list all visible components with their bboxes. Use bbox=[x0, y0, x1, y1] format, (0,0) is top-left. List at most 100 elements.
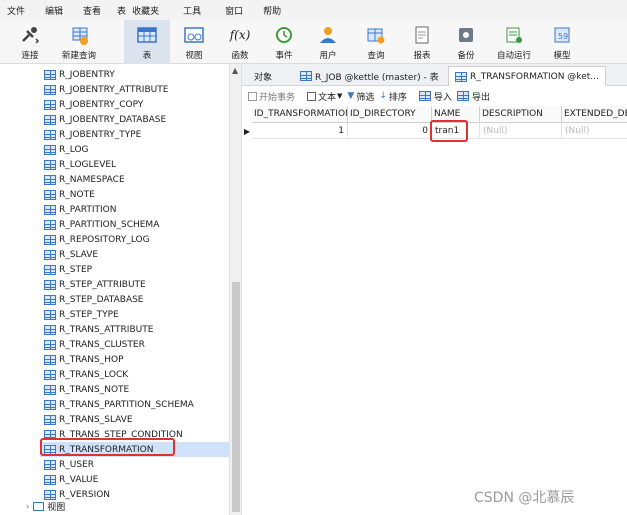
event-clock-icon bbox=[271, 23, 297, 47]
tree-item-label: R_STEP_TYPE bbox=[59, 309, 119, 320]
auto-run-icon bbox=[501, 23, 527, 47]
export-button[interactable]: 导出 bbox=[456, 90, 490, 103]
table-icon bbox=[44, 399, 56, 410]
column-header-id-directory[interactable]: ID_DIRECTORY bbox=[348, 106, 432, 123]
tree-item-r-namespace[interactable]: R_NAMESPACE bbox=[44, 172, 125, 187]
query-icon bbox=[363, 23, 389, 47]
table-icon bbox=[44, 324, 56, 335]
tree-item-r-step-database[interactable]: R_STEP_DATABASE bbox=[44, 292, 144, 307]
menu-favorites[interactable]: 收藏夹 bbox=[129, 4, 162, 17]
tree-item-r-trans-partition-schema[interactable]: R_TRANS_PARTITION_SCHEMA bbox=[44, 397, 194, 412]
table-button[interactable]: 表 bbox=[124, 20, 170, 64]
tree-item-r-jobentry-database[interactable]: R_JOBENTRY_DATABASE bbox=[44, 112, 166, 127]
tree-item-label: R_JOBENTRY_ATTRIBUTE bbox=[59, 84, 169, 95]
tree-item-label: R_JOBENTRY_TYPE bbox=[59, 129, 142, 140]
connection-button[interactable]: 连接 bbox=[12, 20, 48, 64]
tree-item-r-jobentry[interactable]: R_JOBENTRY bbox=[44, 67, 115, 82]
tree-item-label: R_STEP_ATTRIBUTE bbox=[59, 279, 146, 290]
tree-item-r-jobentry-attribute[interactable]: R_JOBENTRY_ATTRIBUTE bbox=[44, 82, 168, 97]
cell-extended-description[interactable]: (Null) bbox=[562, 123, 627, 139]
model-button[interactable]: 59 模型 bbox=[544, 20, 580, 64]
cell-description[interactable]: (Null) bbox=[480, 123, 562, 139]
menu-edit[interactable]: 编辑 bbox=[42, 4, 66, 17]
menu-file[interactable]: 文件 bbox=[4, 4, 28, 17]
menu-window[interactable]: 窗口 bbox=[222, 4, 246, 17]
tree-item-r-step-attribute[interactable]: R_STEP_ATTRIBUTE bbox=[44, 277, 146, 292]
user-button[interactable]: 用户 bbox=[310, 20, 346, 64]
tree-item-r-partition-schema[interactable]: R_PARTITION_SCHEMA bbox=[44, 217, 159, 232]
filter-button[interactable]: ▼ 筛选 bbox=[347, 90, 374, 103]
tree-item-label: R_NAMESPACE bbox=[59, 174, 125, 185]
tree-item-r-jobentry-copy[interactable]: R_JOBENTRY_COPY bbox=[44, 97, 143, 112]
tree-node-views[interactable]: › 视图 bbox=[26, 499, 65, 514]
scroll-up-icon[interactable]: ▲ bbox=[232, 66, 238, 75]
import-icon bbox=[418, 91, 431, 101]
filter-icon: ▼ bbox=[347, 91, 355, 101]
tree-item-r-trans-lock[interactable]: R_TRANS_LOCK bbox=[44, 367, 128, 382]
menu-view[interactable]: 查看 bbox=[80, 4, 104, 17]
tree-item-r-step[interactable]: R_STEP bbox=[44, 262, 92, 277]
transaction-icon bbox=[248, 91, 257, 101]
tree-item-r-log[interactable]: R_LOG bbox=[44, 142, 89, 157]
table-icon bbox=[44, 414, 56, 425]
tree-item-r-jobentry-type[interactable]: R_JOBENTRY_TYPE bbox=[44, 127, 141, 142]
tree-item-r-trans-slave[interactable]: R_TRANS_SLAVE bbox=[44, 412, 133, 427]
tree-item-r-note[interactable]: R_NOTE bbox=[44, 187, 95, 202]
new-query-icon bbox=[66, 23, 92, 47]
scrollbar-thumb[interactable] bbox=[232, 282, 240, 512]
event-button[interactable]: 事件 bbox=[266, 20, 302, 64]
tree-item-r-slave[interactable]: R_SLAVE bbox=[44, 247, 98, 262]
column-header-extended-description[interactable]: EXTENDED_DE bbox=[562, 106, 627, 123]
tree-item-label: R_PARTITION_SCHEMA bbox=[59, 219, 160, 230]
menu-bar: 文件 编辑 查看 表 收藏夹 工具 窗口 帮助 bbox=[0, 0, 627, 20]
query-button[interactable]: 查询 bbox=[356, 20, 396, 64]
tree-item-r-partition[interactable]: R_PARTITION bbox=[44, 202, 116, 217]
auto-run-button[interactable]: 自动运行 bbox=[490, 20, 538, 64]
cell-id-transformation[interactable]: 1 bbox=[252, 123, 348, 139]
tree-item-label: R_NOTE bbox=[59, 189, 95, 200]
tab-r-job[interactable]: R_JOB @kettle (master) - 表 bbox=[294, 66, 445, 86]
menu-table[interactable]: 表 bbox=[114, 4, 129, 17]
menu-help[interactable]: 帮助 bbox=[260, 4, 284, 17]
user-icon bbox=[315, 23, 341, 47]
tree-item-r-repository-log[interactable]: R_REPOSITORY_LOG bbox=[44, 232, 150, 247]
tree-item-label: R_TRANS_ATTRIBUTE bbox=[59, 324, 154, 335]
export-icon bbox=[456, 91, 469, 101]
backup-icon bbox=[453, 23, 479, 47]
tab-objects[interactable]: 对象 bbox=[248, 66, 278, 86]
tree-item-r-trans-cluster[interactable]: R_TRANS_CLUSTER bbox=[44, 337, 145, 352]
new-query-button[interactable]: 新建查询 bbox=[56, 20, 102, 64]
begin-transaction-button[interactable]: 开始事务 bbox=[248, 90, 295, 103]
tree-item-label: R_STEP bbox=[59, 264, 93, 275]
chevron-down-icon: ▼ bbox=[337, 92, 343, 100]
menu-tools[interactable]: 工具 bbox=[180, 4, 204, 17]
tab-r-transformation[interactable]: R_TRANSFORMATION @ket... bbox=[448, 66, 606, 86]
column-header-id-transformation[interactable]: ID_TRANSFORMATION bbox=[252, 106, 348, 123]
import-button[interactable]: 导入 bbox=[418, 90, 452, 103]
tree-item-r-trans-hop[interactable]: R_TRANS_HOP bbox=[44, 352, 124, 367]
tree-item-r-step-type[interactable]: R_STEP_TYPE bbox=[44, 307, 119, 322]
view-button[interactable]: 视图 bbox=[174, 20, 214, 64]
connection-icon bbox=[17, 23, 43, 47]
column-header-description[interactable]: DESCRIPTION bbox=[480, 106, 562, 123]
tree-item-r-trans-attribute[interactable]: R_TRANS_ATTRIBUTE bbox=[44, 322, 153, 337]
tree-item-label: R_LOGLEVEL bbox=[59, 159, 117, 170]
function-button[interactable]: f(x) 函数 bbox=[222, 20, 258, 64]
tree-item-r-trans-note[interactable]: R_TRANS_NOTE bbox=[44, 382, 129, 397]
tree-item-label: R_LOG bbox=[59, 144, 89, 155]
tree-item-r-loglevel[interactable]: R_LOGLEVEL bbox=[44, 157, 116, 172]
tree-scrollbar[interactable]: ▲ bbox=[230, 64, 242, 515]
tree-item-r-user[interactable]: R_USER bbox=[44, 457, 94, 472]
backup-button[interactable]: 备份 bbox=[448, 20, 484, 64]
table-icon bbox=[44, 459, 56, 470]
table-icon bbox=[134, 23, 160, 47]
report-button[interactable]: 报表 bbox=[404, 20, 440, 64]
sort-button[interactable]: ↓ 排序 bbox=[379, 90, 407, 103]
tree-item-r-value[interactable]: R_VALUE bbox=[44, 472, 98, 487]
text-button[interactable]: 文本 ▼ bbox=[307, 90, 342, 103]
table-icon bbox=[44, 354, 56, 365]
table-icon bbox=[44, 204, 56, 215]
table-icon bbox=[44, 474, 56, 485]
cell-id-directory[interactable]: 0 bbox=[348, 123, 432, 139]
table-icon bbox=[44, 84, 56, 95]
